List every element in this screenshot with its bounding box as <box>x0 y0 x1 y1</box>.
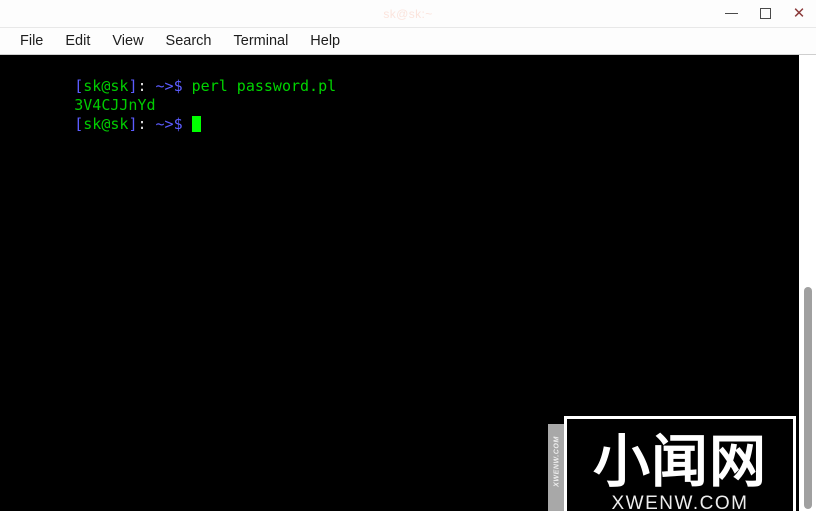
prompt-colon: : <box>137 115 156 133</box>
vertical-scrollbar[interactable] <box>799 55 816 511</box>
minimize-icon <box>724 13 738 14</box>
terminal-output: 3V4CJJnYd <box>74 96 156 114</box>
prompt-colon: : <box>137 77 156 95</box>
scrollbar-thumb[interactable] <box>804 287 812 509</box>
menu-item-help[interactable]: Help <box>299 31 351 51</box>
watermark-overlay: XWENW.COM XWENW.COM 小闻网（WWW.XWENW.COM)专用… <box>548 416 796 511</box>
prompt-path: ~>$ <box>155 77 183 95</box>
close-icon: ✕ <box>792 5 806 22</box>
window-title: sk@sk:~ <box>383 6 433 21</box>
menu-bar: File Edit View Search Terminal Help <box>0 28 816 55</box>
menu-item-search[interactable]: Search <box>155 31 223 51</box>
watermark-box: 小闻网 XWENW.COM <box>564 416 796 511</box>
menu-item-edit[interactable]: Edit <box>54 31 101 51</box>
window-controls: ✕ <box>714 0 816 27</box>
terminal-line: [sk@sk]: ~>$ perl password.pl <box>2 58 799 95</box>
terminal-cursor <box>191 116 201 132</box>
maximize-button[interactable] <box>748 0 782 27</box>
menu-item-terminal[interactable]: Terminal <box>223 31 300 51</box>
terminal-command: perl password.pl <box>191 77 337 95</box>
title-bar: sk@sk:~ ✕ <box>0 0 816 28</box>
prompt-user: sk@sk <box>83 77 129 95</box>
watermark-vertical-text: XWENW.COM <box>553 436 561 487</box>
prompt-bracket-open: [ <box>74 115 84 133</box>
prompt-user: sk@sk <box>83 115 129 133</box>
watermark-backplate <box>548 424 796 511</box>
terminal-screen[interactable]: [sk@sk]: ~>$ perl password.pl 3V4CJJnYd … <box>0 55 799 511</box>
menu-item-file[interactable]: File <box>9 31 54 51</box>
prompt-bracket-open: [ <box>74 77 84 95</box>
prompt-path: ~>$ <box>155 115 183 133</box>
menu-item-view[interactable]: View <box>101 31 154 51</box>
watermark-chinese-title: 小闻网 <box>593 429 767 495</box>
minimize-button[interactable] <box>714 0 748 27</box>
maximize-icon <box>759 8 771 19</box>
terminal-window: sk@sk:~ ✕ File Edit View Search Terminal… <box>0 0 816 511</box>
watermark-site-url: XWENW.COM <box>611 493 749 511</box>
close-button[interactable]: ✕ <box>782 0 816 27</box>
terminal-body: [sk@sk]: ~>$ perl password.pl 3V4CJJnYd … <box>0 55 816 511</box>
